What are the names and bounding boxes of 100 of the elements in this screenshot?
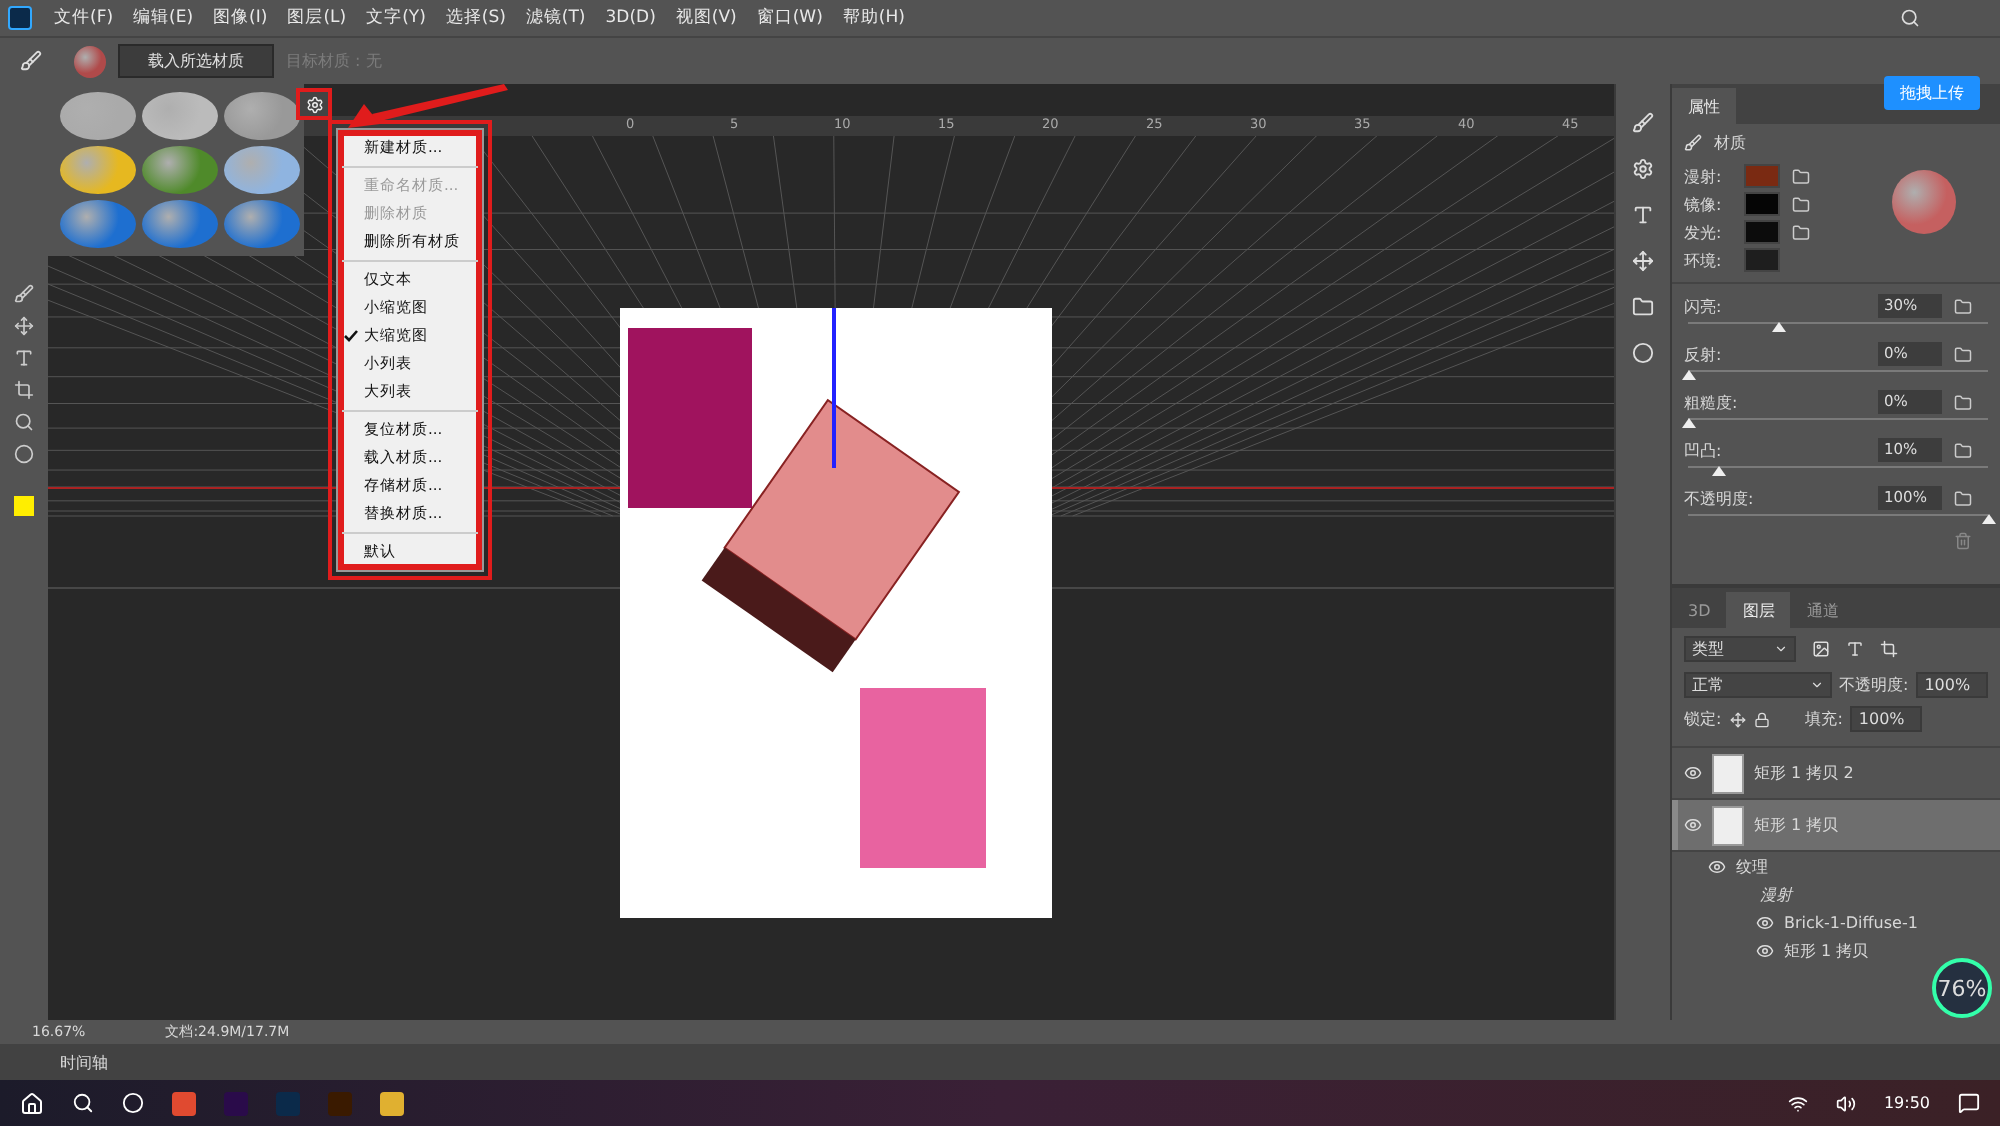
app-logo-icon[interactable] (8, 6, 32, 30)
tool-icon[interactable] (14, 348, 34, 368)
eye-icon[interactable] (1684, 816, 1702, 834)
menu-item[interactable]: 窗口(W) (746, 6, 833, 30)
chevron-down-icon (1774, 642, 1788, 656)
type-icon[interactable] (1846, 640, 1864, 658)
layer-thumbnail (1712, 753, 1744, 793)
filter-dropdown[interactable]: 类型 (1684, 636, 1796, 662)
layer-row[interactable]: 矩形 1 拷贝 (1672, 800, 2000, 852)
menu-item[interactable]: 3D(D) (595, 8, 666, 28)
panel-icon[interactable] (1632, 296, 1654, 318)
load-material-button[interactable]: 载入所选材质 (118, 44, 274, 78)
network-icon[interactable] (1787, 1093, 1808, 1113)
color-swatch[interactable] (1744, 220, 1780, 244)
foreground-color[interactable] (14, 496, 34, 516)
material-thumbnail[interactable] (224, 146, 300, 194)
eye-icon[interactable] (1756, 941, 1774, 959)
clock[interactable]: 19:50 (1883, 1094, 1930, 1112)
material-swatch[interactable] (74, 45, 106, 77)
volume-icon[interactable] (1835, 1093, 1856, 1113)
texture-label: 镜像: (1684, 193, 1724, 215)
brush-icon[interactable] (1684, 134, 1702, 152)
cortana-icon[interactable] (122, 1092, 144, 1114)
material-preview (1892, 170, 1956, 234)
material-thumbnail[interactable] (60, 92, 136, 140)
slider-track[interactable] (1688, 418, 1988, 430)
slider-track[interactable] (1688, 322, 1988, 334)
panel-icon[interactable] (1632, 250, 1654, 272)
panel-icon[interactable] (1632, 158, 1654, 180)
notification-icon[interactable] (1958, 1092, 1980, 1114)
material-thumbnail[interactable] (60, 146, 136, 194)
menu-item[interactable]: 帮助(H) (832, 6, 915, 30)
layer-thumbnail (1712, 805, 1744, 845)
slider-label: 不透明度: (1684, 487, 1754, 509)
settings-button[interactable] (296, 88, 332, 120)
opacity-field[interactable]: 100% (1916, 672, 1988, 698)
folder-icon[interactable] (1954, 393, 1972, 411)
material-thumbnail[interactable] (142, 146, 218, 194)
panel-tab[interactable]: 通道 (1790, 592, 1855, 628)
material-thumbnail[interactable] (60, 200, 136, 248)
color-swatch[interactable] (1744, 192, 1780, 216)
folder-icon[interactable] (1954, 441, 1972, 459)
slider-track[interactable] (1688, 370, 1988, 382)
color-swatch[interactable] (1744, 164, 1780, 188)
tool-icon[interactable] (14, 284, 34, 304)
panel-icon[interactable] (1632, 204, 1654, 226)
fill-field[interactable]: 100% (1850, 706, 1923, 732)
layer-row[interactable]: 矩形 1 拷贝 2 (1672, 748, 2000, 800)
slider-label: 凹凸: (1684, 439, 1722, 461)
eye-icon[interactable] (1708, 857, 1726, 875)
slider-thumb[interactable] (1682, 418, 1696, 428)
menu-item[interactable]: 文件(F) (44, 6, 124, 30)
folder-icon[interactable] (1792, 195, 1810, 213)
material-thumbnail[interactable] (142, 92, 218, 140)
crop-icon[interactable] (1880, 640, 1898, 658)
folder-icon[interactable] (1792, 223, 1810, 241)
folder-icon[interactable] (1954, 489, 1972, 507)
blend-mode-dropdown[interactable]: 正常 (1684, 672, 1831, 698)
menu-item[interactable]: 编辑(E) (123, 6, 204, 30)
taskbar-app-icon[interactable] (172, 1091, 196, 1115)
panel-icon[interactable] (1632, 112, 1654, 134)
slider-thumb[interactable] (1772, 322, 1786, 332)
panel-tab[interactable]: 图层 (1726, 592, 1791, 628)
menu-item[interactable]: 选择(S) (435, 6, 516, 30)
start-icon[interactable] (20, 1091, 44, 1115)
color-swatch[interactable] (1744, 248, 1780, 272)
image-icon[interactable] (1812, 640, 1830, 658)
material-thumbnail[interactable] (224, 200, 300, 248)
tool-icon[interactable] (14, 412, 34, 432)
lock-icon[interactable] (1753, 711, 1770, 727)
slider-thumb[interactable] (1682, 370, 1696, 380)
move-icon[interactable] (1729, 711, 1746, 727)
tool-icon[interactable] (14, 316, 34, 336)
panel-tab[interactable]: 3D (1672, 592, 1727, 628)
fill-label: 填充: (1805, 708, 1843, 730)
eye-icon[interactable] (1756, 913, 1774, 931)
menu-item[interactable]: 视图(V) (665, 6, 747, 30)
properties-tab[interactable]: 属性 (1672, 88, 1736, 124)
slider-thumb[interactable] (1982, 514, 1996, 524)
menu-item[interactable]: 滤镜(T) (515, 6, 596, 30)
tool-icon[interactable] (14, 444, 34, 464)
material-header: 材质 (1714, 132, 1746, 154)
taskbar-app-icon[interactable] (380, 1091, 404, 1115)
slider-thumb[interactable] (1712, 466, 1726, 476)
menu-item[interactable]: 文字(Y) (356, 6, 436, 30)
slider-track[interactable] (1688, 466, 1988, 478)
material-thumbnail[interactable] (224, 92, 300, 140)
folder-icon[interactable] (1954, 297, 1972, 315)
panel-icon[interactable] (1632, 342, 1654, 364)
menu-item[interactable]: 图像(I) (203, 6, 278, 30)
timeline-tab[interactable]: 时间轴 (60, 1051, 108, 1073)
eye-icon[interactable] (1684, 764, 1702, 782)
settings-icon (305, 95, 323, 113)
material-thumbnail[interactable] (142, 200, 218, 248)
tool-icon[interactable] (14, 380, 34, 400)
slider-label: 粗糙度: (1684, 391, 1738, 413)
menu-item[interactable]: 图层(L) (277, 6, 357, 30)
folder-icon[interactable] (1954, 345, 1972, 363)
folder-icon[interactable] (1792, 167, 1810, 185)
slider-label: 闪亮: (1684, 295, 1722, 317)
